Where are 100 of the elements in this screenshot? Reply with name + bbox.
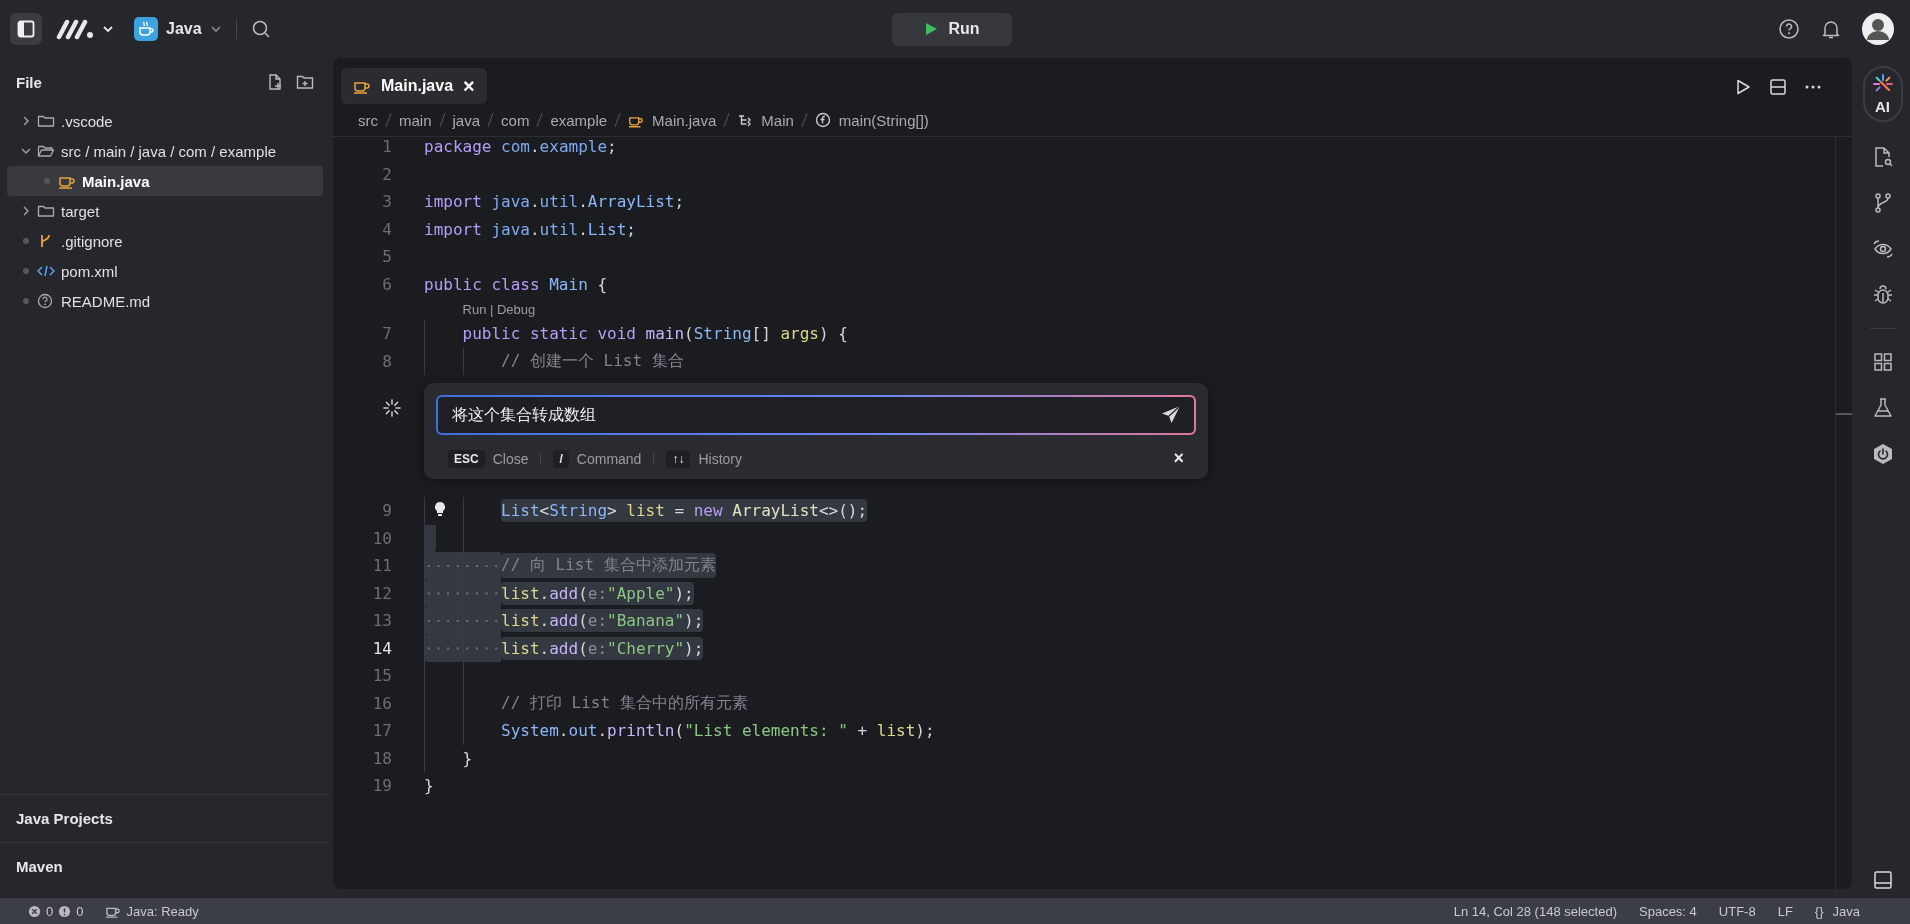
- braces-icon: {}: [1814, 903, 1824, 919]
- line-number: 16: [372, 693, 392, 713]
- line-number: 6: [382, 274, 392, 294]
- play-icon: [924, 22, 939, 36]
- breadcrumb-item[interactable]: Main.java: [652, 111, 717, 129]
- line-number: 5: [382, 247, 392, 267]
- bug-icon[interactable]: [1871, 284, 1894, 306]
- line-number: 8: [382, 351, 392, 371]
- prompt-input-field[interactable]: 将这个集合转成数组: [436, 395, 1196, 435]
- error-count: 0: [46, 903, 54, 919]
- file-tree-item[interactable]: target: [7, 196, 323, 226]
- language-label: Java: [1832, 903, 1860, 919]
- line-number: 3: [382, 192, 392, 212]
- project-selector[interactable]: Java: [134, 17, 222, 41]
- line-number: 13: [372, 611, 392, 631]
- warning-icon: [58, 904, 72, 918]
- code-line: public class Main {: [424, 273, 608, 296]
- panel-title: File: [16, 73, 42, 91]
- new-file-icon[interactable]: [266, 73, 284, 91]
- problems-status[interactable]: 0 0: [28, 903, 84, 919]
- breadcrumb-item[interactable]: example: [550, 111, 608, 129]
- hint-label: Close: [492, 450, 529, 467]
- keyboard-key: /: [553, 449, 569, 468]
- code-line: }: [424, 775, 434, 798]
- breadcrumb-item[interactable]: com: [501, 111, 530, 129]
- flask-icon[interactable]: [1871, 397, 1894, 419]
- coffee-cup-icon: [134, 17, 158, 41]
- bell-icon[interactable]: [1820, 18, 1842, 40]
- chevron-icon: [209, 23, 222, 35]
- split-editor-icon[interactable]: [1769, 78, 1787, 96]
- breadcrumb-item[interactable]: main(String[]): [838, 111, 929, 129]
- close-button[interactable]: ×: [1173, 448, 1184, 469]
- file-tree-item[interactable]: README.md: [7, 286, 323, 316]
- code-line: public static void main(String[] args) {: [462, 323, 848, 346]
- editor-tab[interactable]: Main.java ×: [341, 68, 487, 104]
- language-mode[interactable]: {} Java: [1814, 903, 1860, 919]
- logo-menu-button[interactable]: [56, 18, 114, 40]
- sparkle-icon: [382, 398, 402, 418]
- help-icon[interactable]: [1778, 18, 1800, 40]
- line-number: 10: [372, 528, 392, 548]
- function-icon: [814, 112, 831, 128]
- sidebar-toggle-button[interactable]: [10, 13, 42, 45]
- hint-label: History: [698, 450, 742, 467]
- warning-count: 0: [76, 903, 84, 919]
- line-number: 11: [372, 556, 392, 576]
- indentation-status[interactable]: Spaces: 4: [1639, 903, 1697, 919]
- run-button[interactable]: Run: [892, 12, 1012, 46]
- hint-label: Command: [576, 450, 642, 467]
- sidebar-icon: [17, 20, 35, 38]
- file-tree-item[interactable]: pom.xml: [7, 256, 323, 286]
- folder-icon: [37, 203, 55, 219]
- code-lens-link[interactable]: Run | Debug: [462, 301, 536, 317]
- line-number: 1: [382, 137, 392, 157]
- line-number: 9: [382, 501, 392, 521]
- java-status[interactable]: Java: Ready: [105, 903, 199, 919]
- line-number: 7: [382, 324, 392, 344]
- play-icon[interactable]: [1734, 78, 1752, 96]
- search-icon[interactable]: [250, 19, 271, 39]
- line-number: 14: [372, 638, 392, 658]
- code-line: }: [462, 747, 473, 770]
- grid-icon[interactable]: [1871, 351, 1894, 373]
- new-folder-icon[interactable]: [296, 73, 314, 91]
- help-icon: [37, 293, 55, 309]
- cursor-position[interactable]: Ln 14, Col 28 (148 selected): [1453, 903, 1617, 919]
- lightbulb-icon[interactable]: [434, 501, 446, 517]
- line-ending-status[interactable]: LF: [1777, 903, 1793, 919]
- breadcrumb-item[interactable]: Main: [761, 111, 794, 129]
- line-number: 18: [372, 748, 392, 768]
- ai-button[interactable]: AI: [1862, 66, 1903, 122]
- avatar[interactable]: [1862, 13, 1894, 45]
- close-button[interactable]: ×: [463, 74, 475, 98]
- keyboard-key: ↑↓: [666, 449, 691, 468]
- line-number: 19: [372, 776, 392, 796]
- file-tree-item[interactable]: .gitignore: [7, 226, 323, 256]
- logo-icon: [56, 18, 96, 40]
- breadcrumb-item[interactable]: src: [358, 111, 378, 129]
- send-icon[interactable]: [1160, 404, 1182, 426]
- section-header[interactable]: Java Projects: [16, 810, 113, 827]
- error-icon: [28, 904, 41, 918]
- breadcrumb-item[interactable]: main: [399, 111, 432, 129]
- line-number: 2: [382, 164, 392, 184]
- power-icon[interactable]: [1871, 443, 1894, 465]
- panel-icon[interactable]: [1872, 870, 1893, 890]
- section-header[interactable]: Maven: [16, 858, 63, 875]
- file-tree-item[interactable]: .vscode: [7, 106, 323, 136]
- file-tree-item[interactable]: Main.java: [7, 166, 323, 196]
- scroll-marker: [1836, 413, 1852, 415]
- code-line: // 创建一个 List 集合: [501, 349, 684, 372]
- eye-icon[interactable]: [1871, 238, 1894, 260]
- keyboard-key: ESC: [448, 449, 485, 468]
- breadcrumb-item[interactable]: java: [452, 111, 481, 129]
- code-line: import java.util.List;: [424, 218, 636, 241]
- code-line: import java.util.ArrayList;: [424, 191, 685, 214]
- folder-icon: [37, 113, 55, 129]
- file-tree-item[interactable]: src / main / java / com / example: [7, 136, 323, 166]
- chevron-icon: [102, 23, 114, 35]
- code-line: System.out.println("List elements: " + list);: [501, 720, 935, 743]
- code-icon: [37, 263, 55, 279]
- encoding-status[interactable]: UTF-8: [1718, 903, 1756, 919]
- code-line: package com.example;: [424, 137, 617, 159]
